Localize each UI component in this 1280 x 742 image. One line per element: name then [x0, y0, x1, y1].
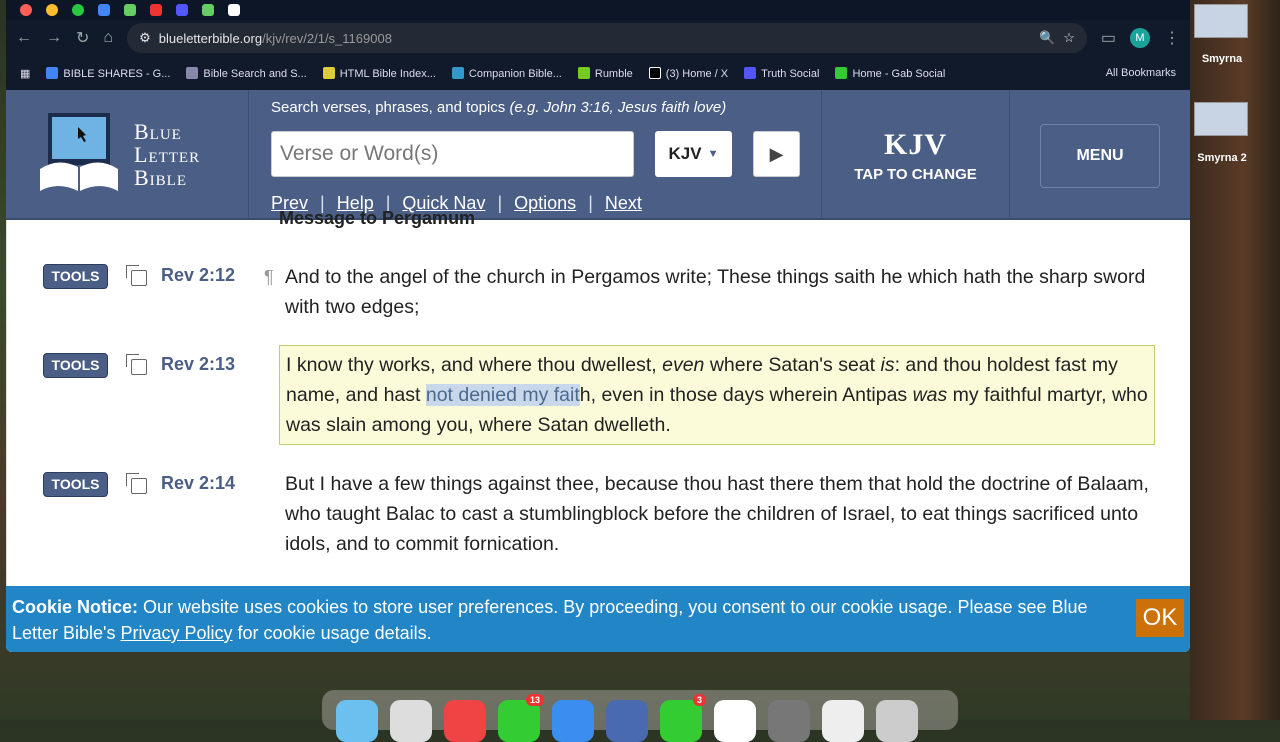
browser-window: ← → ↻ ⌂ ⚙ blueletterbible.org/kjv/rev/2/… — [6, 0, 1190, 652]
trash-icon[interactable] — [876, 700, 918, 742]
search-go-button[interactable]: ▶ — [753, 131, 800, 177]
bookmark-star-icon[interactable]: ☆ — [1063, 30, 1075, 46]
bookmark[interactable]: BIBLE SHARES - G... — [46, 66, 170, 80]
settings-icon[interactable] — [768, 700, 810, 742]
version-select[interactable]: KJV ▼ — [655, 131, 732, 177]
desktop-file-icon[interactable] — [1194, 102, 1248, 136]
options-link[interactable]: Options — [514, 193, 576, 214]
tools-button[interactable]: TOOLS — [43, 353, 108, 378]
version-change-button[interactable]: KJV TAP TO CHANGE — [822, 90, 1010, 218]
text-selection: not denied my fait — [425, 384, 580, 406]
tab-strip[interactable] — [6, 0, 1190, 20]
blb-logo[interactable]: Blue Letter Bible — [6, 90, 249, 218]
verse-text: And to the angel of the church in Pergam… — [285, 266, 1146, 318]
pilcrow-icon: ¶ — [264, 267, 274, 287]
facetime-icon[interactable]: 3 — [660, 694, 706, 742]
tab-favicon-icon[interactable] — [98, 4, 110, 16]
search-hint: Search verses, phrases, and topics (e.g.… — [271, 99, 727, 116]
calendar-icon[interactable] — [714, 700, 756, 742]
cast-icon[interactable]: ▭ — [1101, 28, 1116, 48]
launchpad-icon[interactable] — [390, 700, 432, 742]
privacy-policy-link[interactable]: Privacy Policy — [121, 623, 233, 643]
desktop-file-label[interactable]: Smyrna — [1190, 53, 1254, 65]
copy-icon[interactable] — [126, 354, 147, 375]
url-path: /kjv/rev/2/1/s_1169008 — [262, 30, 392, 46]
forward-icon[interactable]: → — [46, 29, 62, 47]
tab-favicon-icon[interactable] — [228, 4, 240, 16]
tools-button[interactable]: TOOLS — [43, 472, 108, 497]
verse-text: But I have a few things against thee, be… — [285, 473, 1149, 555]
mail-icon[interactable] — [552, 700, 594, 742]
more-menu-icon[interactable]: ⋮ — [1164, 28, 1180, 48]
verse-ref[interactable]: Rev 2:12 — [161, 265, 235, 286]
copy-icon[interactable] — [126, 265, 147, 286]
example-link[interactable]: John 3:16 — [544, 99, 610, 116]
verse-ref[interactable]: Rev 2:14 — [161, 473, 235, 494]
verse-ref[interactable]: Rev 2:13 — [161, 354, 235, 375]
copy-icon[interactable] — [126, 473, 147, 494]
example-link[interactable]: Jesus faith love — [618, 99, 721, 116]
messages-icon[interactable]: 13 — [498, 694, 544, 742]
tab-favicon-icon[interactable] — [124, 4, 136, 16]
play-arrow-icon: ▶ — [769, 143, 784, 164]
tab-favicon-icon[interactable] — [176, 4, 188, 16]
all-bookmarks[interactable]: All Bookmarks — [1106, 67, 1176, 79]
bookmark[interactable]: Truth Social — [744, 66, 819, 80]
minimize-icon[interactable] — [46, 4, 58, 16]
bookmark[interactable]: Home - Gab Social — [835, 66, 945, 80]
close-window-icon[interactable] — [20, 4, 32, 16]
site-info-icon[interactable]: ⚙ — [139, 30, 151, 46]
home-icon[interactable]: ⌂ — [103, 29, 113, 47]
bible-content: Message to Pergamum TOOLS Rev 2:12 ¶ And… — [6, 208, 1190, 590]
address-bar[interactable]: ⚙ blueletterbible.org/kjv/rev/2/1/s_1169… — [127, 23, 1087, 53]
bookmark[interactable]: HTML Bible Index... — [322, 66, 436, 80]
bookmarks-bar: ▦ BIBLE SHARES - G... Bible Search and S… — [6, 56, 1190, 90]
cookie-ok-button[interactable]: OK — [1136, 599, 1184, 637]
back-icon[interactable]: ← — [16, 29, 32, 47]
toolbar: ← → ↻ ⌂ ⚙ blueletterbible.org/kjv/rev/2/… — [6, 20, 1190, 56]
bookmark[interactable]: Bible Search and S... — [186, 66, 307, 80]
tools-button[interactable]: TOOLS — [43, 264, 108, 289]
section-heading: Message to Pergamum — [279, 208, 476, 228]
profile-avatar[interactable]: M — [1130, 28, 1150, 48]
search-input[interactable]: Verse or Word(s) — [271, 131, 634, 177]
site-header: Blue Letter Bible Search verses, phrases, … — [6, 90, 1190, 220]
zoom-icon[interactable]: 🔍 — [1039, 30, 1055, 46]
verse-text-highlighted: I know thy works, and where thou dwelles… — [279, 345, 1155, 445]
bookmark[interactable]: Rumble — [577, 66, 633, 80]
search-area: Search verses, phrases, and topics (e.g.… — [249, 90, 822, 218]
desktop-file-icon[interactable] — [1194, 4, 1248, 38]
safari-icon[interactable] — [606, 700, 648, 742]
next-link[interactable]: Next — [605, 193, 642, 214]
zoom-icon[interactable] — [72, 4, 84, 16]
tab-favicon-icon[interactable] — [202, 4, 214, 16]
bookmark[interactable]: (3) Home / X — [648, 66, 728, 80]
dock: 13 3 — [322, 690, 958, 742]
bookmark[interactable]: Companion Bible... — [451, 66, 562, 80]
bible-logo-icon — [40, 113, 118, 191]
finder-icon[interactable] — [336, 700, 378, 742]
chevron-down-icon: ▼ — [707, 148, 719, 160]
cookie-notice: Cookie Notice: Our website uses cookies … — [6, 586, 1190, 652]
apps-icon[interactable]: ▦ — [20, 67, 30, 80]
chrome-icon[interactable] — [444, 700, 486, 742]
reload-icon[interactable]: ↻ — [76, 28, 89, 48]
desktop-file-label[interactable]: Smyrna 2 — [1190, 152, 1254, 164]
tab-favicon-icon[interactable] — [150, 4, 162, 16]
document-icon[interactable] — [822, 700, 864, 742]
url-host: blueletterbible.org — [158, 30, 263, 46]
menu-button[interactable]: MENU — [1040, 124, 1160, 188]
